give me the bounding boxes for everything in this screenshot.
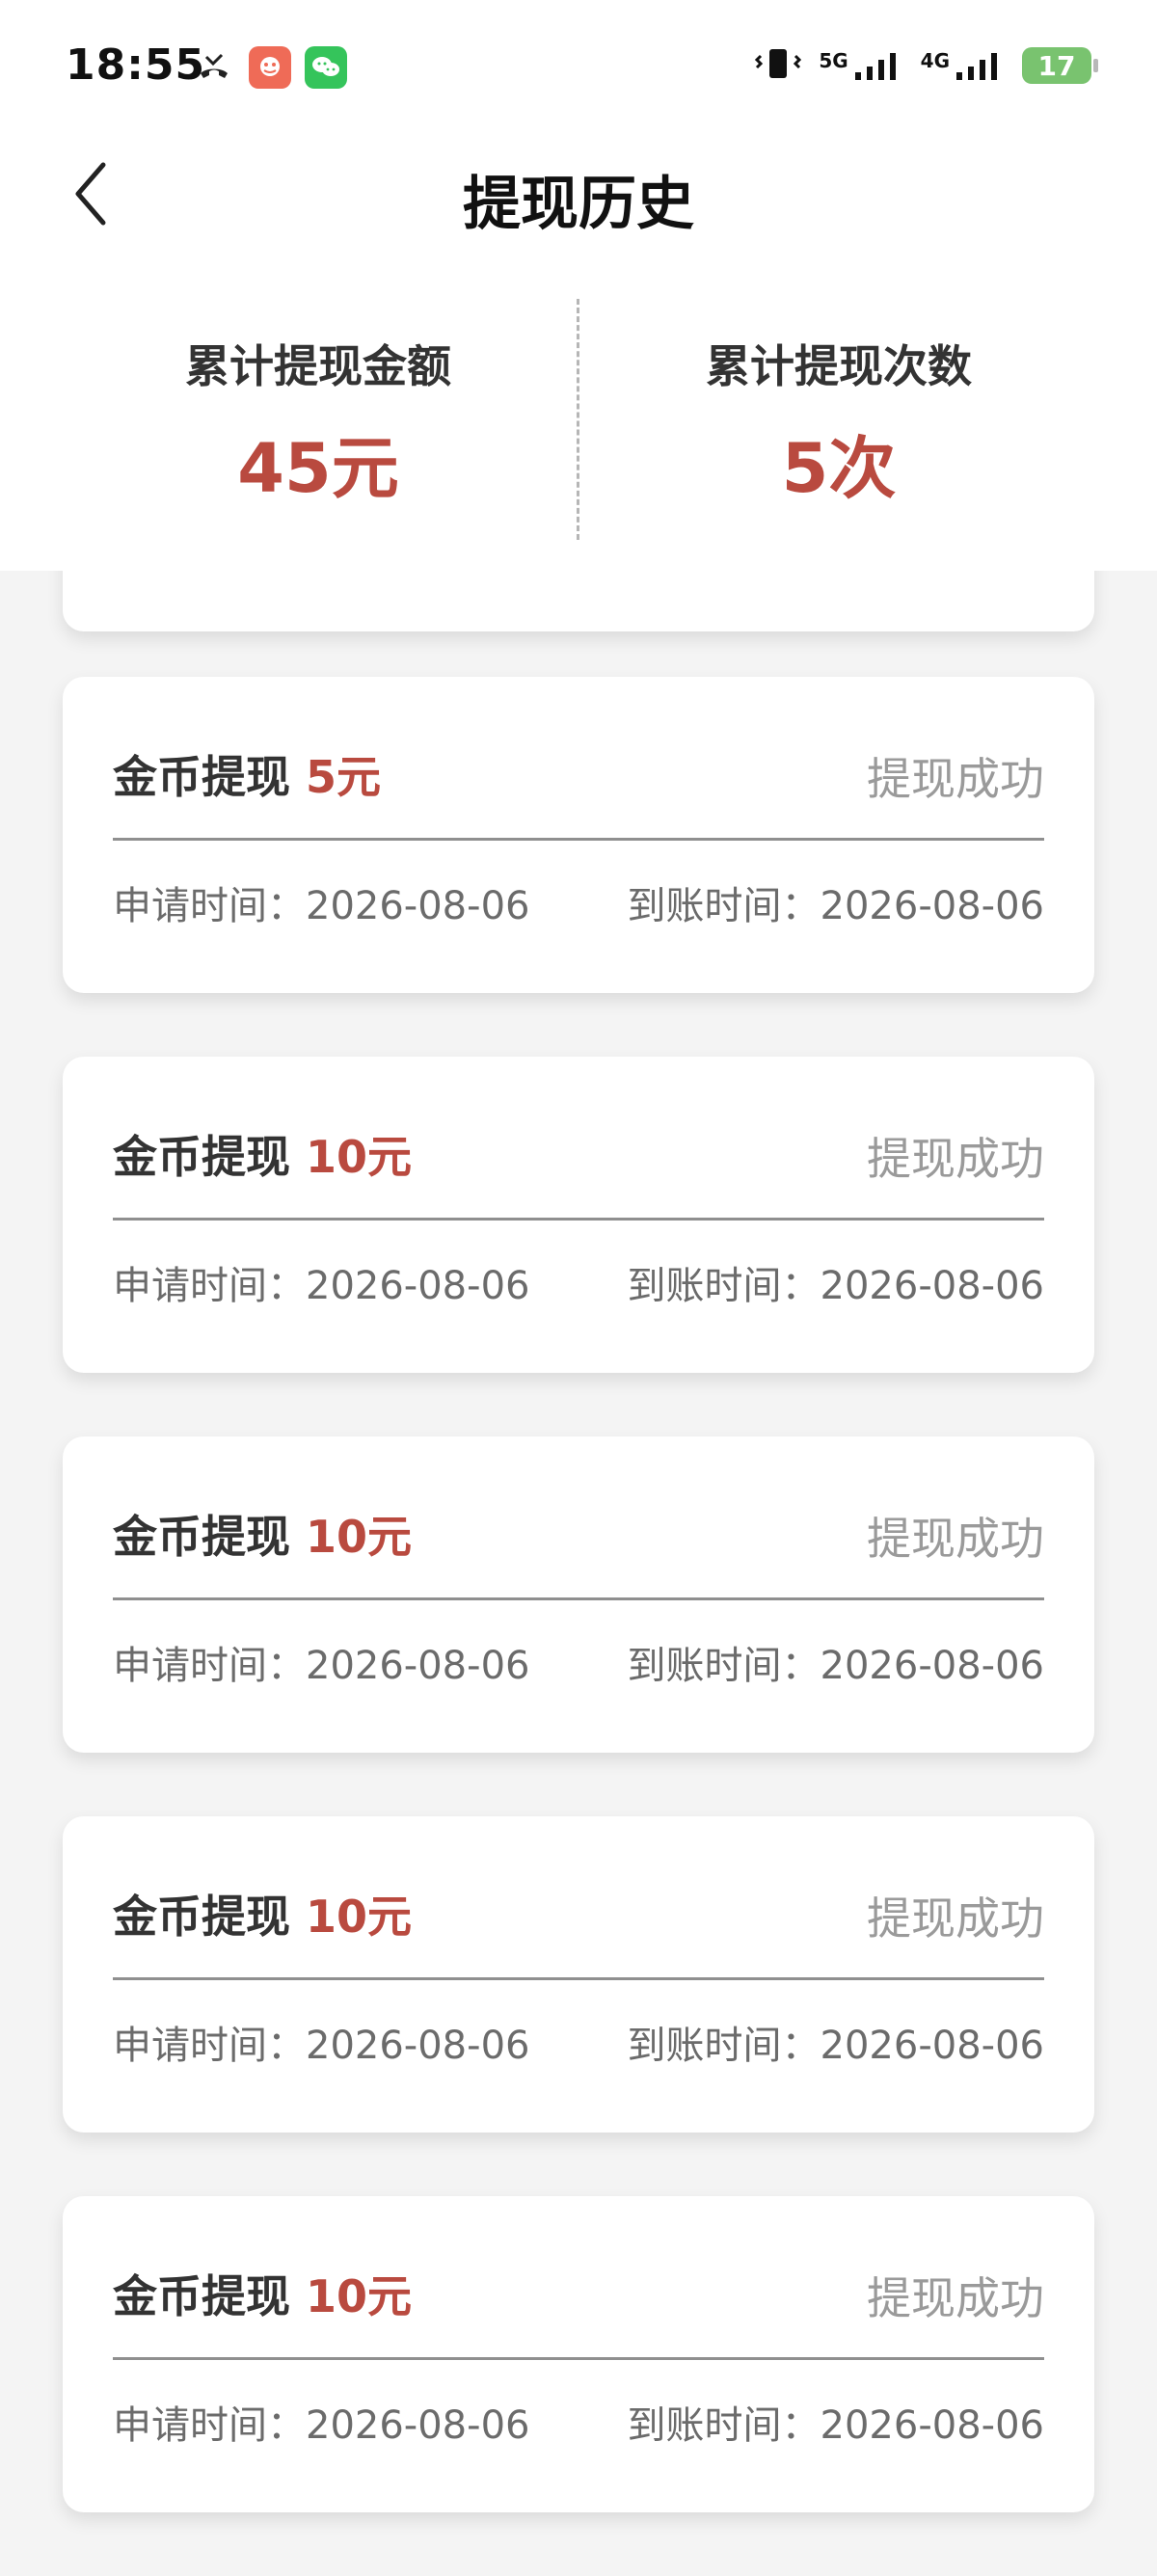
- arrive-time: 到账时间：2026-08-06: [628, 1254, 1044, 1310]
- record-title: 金币提现 10元: [113, 2262, 412, 2325]
- signal-icon-second: [956, 53, 997, 80]
- total-count-label: 累计提现次数: [706, 340, 972, 392]
- arrive-time-value: 2026-08-06: [820, 2403, 1044, 2448]
- record-status: 提现成功: [867, 1513, 1044, 1565]
- record-status: 提现成功: [867, 1892, 1044, 1945]
- arrive-time-label: 到账时间：: [627, 884, 821, 928]
- network-4g-label: 4G: [920, 49, 950, 72]
- app-notification-icon: [249, 46, 291, 89]
- arrive-time-label: 到账时间：: [627, 2024, 821, 2068]
- total-amount-summary: 累计提现金额 45元: [29, 299, 607, 512]
- record-title-text: 金币提现: [113, 1891, 290, 1943]
- record-card-2: 金币提现 10元 提现成功 申请时间：2026-08-06 到账时间：2026-…: [63, 1057, 1094, 1373]
- apply-time: 申请时间：2026-08-06: [113, 874, 529, 930]
- arrive-time: 到账时间：2026-08-06: [628, 2014, 1044, 2070]
- status-right: 5G 4G 17: [753, 44, 1098, 87]
- record-title: 金币提现 10元: [113, 1122, 412, 1186]
- record-title-text: 金币提现: [113, 1511, 290, 1563]
- status-time: 18:55: [66, 40, 206, 90]
- wechat-icon: [305, 46, 347, 89]
- total-count-summary: 累计提现次数 5次: [550, 299, 1128, 512]
- record-title: 金币提现 10元: [113, 1882, 412, 1945]
- record-status: 提现成功: [867, 2272, 1044, 2324]
- record-divider: [113, 1218, 1044, 1221]
- arrive-time-value: 2026-08-06: [820, 2024, 1044, 2068]
- apply-time-value: 2026-08-06: [306, 2024, 530, 2068]
- page-title: 提现历史: [463, 171, 694, 238]
- record-card-1: 金币提现 5元 提现成功 申请时间：2026-08-06 到账时间：2026-0…: [63, 677, 1094, 993]
- record-divider: [113, 1597, 1044, 1600]
- apply-time: 申请时间：2026-08-06: [113, 1254, 529, 1310]
- arrive-time-label: 到账时间：: [627, 2403, 821, 2448]
- record-title: 金币提现 10元: [113, 1502, 412, 1566]
- record-title-text: 金币提现: [113, 2270, 290, 2322]
- apply-time-value: 2026-08-06: [306, 1644, 530, 1688]
- record-amount: 5元: [306, 751, 382, 803]
- arrive-time: 到账时间：2026-08-06: [628, 1634, 1044, 1690]
- apply-time-label: 申请时间：: [113, 1644, 306, 1688]
- record-card-5: 金币提现 10元 提现成功 申请时间：2026-08-06 到账时间：2026-…: [63, 2196, 1094, 2512]
- arrive-time-label: 到账时间：: [627, 1264, 821, 1308]
- record-amount: 10元: [306, 2270, 413, 2322]
- arrive-time-label: 到账时间：: [627, 1644, 821, 1688]
- apply-time: 申请时间：2026-08-06: [113, 1634, 529, 1690]
- signal-icon: [854, 53, 896, 80]
- apply-time: 申请时间：2026-08-06: [113, 2014, 529, 2070]
- record-list: 金币提现 5元 提现成功 申请时间：2026-08-06 到账时间：2026-0…: [63, 677, 1094, 2576]
- record-divider: [113, 838, 1044, 841]
- navigation-bar: 提现历史: [0, 140, 1157, 246]
- arrive-time-value: 2026-08-06: [820, 1644, 1044, 1688]
- apply-time: 申请时间：2026-08-06: [113, 2394, 529, 2450]
- missed-call-icon: [193, 46, 235, 89]
- record-amount: 10元: [306, 1131, 413, 1183]
- arrive-time: 到账时间：2026-08-06: [628, 2394, 1044, 2450]
- status-bar: 18:55 5G 4G 17: [0, 0, 1157, 140]
- vibrate-icon: [753, 44, 803, 87]
- apply-time-value: 2026-08-06: [306, 884, 530, 928]
- apply-time-label: 申请时间：: [113, 2024, 306, 2068]
- record-card-4: 金币提现 10元 提现成功 申请时间：2026-08-06 到账时间：2026-…: [63, 1816, 1094, 2133]
- total-amount-label: 累计提现金额: [185, 340, 451, 392]
- record-divider: [113, 2357, 1044, 2360]
- network-5g-label: 5G: [819, 49, 848, 72]
- record-status: 提现成功: [867, 753, 1044, 805]
- arrive-time: 到账时间：2026-08-06: [628, 874, 1044, 930]
- apply-time-label: 申请时间：: [113, 884, 306, 928]
- total-count-value: 5次: [781, 429, 897, 508]
- withdraw-summary: 累计提现金额 45元 累计提现次数 5次: [0, 299, 1157, 540]
- record-status: 提现成功: [867, 1133, 1044, 1185]
- record-divider: [113, 1977, 1044, 1980]
- record-title: 金币提现 5元: [113, 742, 381, 806]
- total-amount-value: 45元: [237, 429, 399, 508]
- record-card-3: 金币提现 10元 提现成功 申请时间：2026-08-06 到账时间：2026-…: [63, 1436, 1094, 1753]
- notification-icons: [193, 46, 347, 89]
- record-title-text: 金币提现: [113, 751, 290, 803]
- battery-level: 17: [1037, 49, 1076, 82]
- top-area: 18:55 5G 4G 17 提现历史 累计提现金额 45元 累计提现次数 5次: [0, 0, 1157, 571]
- apply-time-label: 申请时间：: [113, 2403, 306, 2448]
- record-amount: 10元: [306, 1511, 413, 1563]
- apply-time-value: 2026-08-06: [306, 1264, 530, 1308]
- record-title-text: 金币提现: [113, 1131, 290, 1183]
- battery-icon: 17: [1022, 47, 1098, 84]
- record-amount: 10元: [306, 1891, 413, 1943]
- apply-time-label: 申请时间：: [113, 1264, 306, 1308]
- arrive-time-value: 2026-08-06: [820, 884, 1044, 928]
- arrive-time-value: 2026-08-06: [820, 1264, 1044, 1308]
- apply-time-value: 2026-08-06: [306, 2403, 530, 2448]
